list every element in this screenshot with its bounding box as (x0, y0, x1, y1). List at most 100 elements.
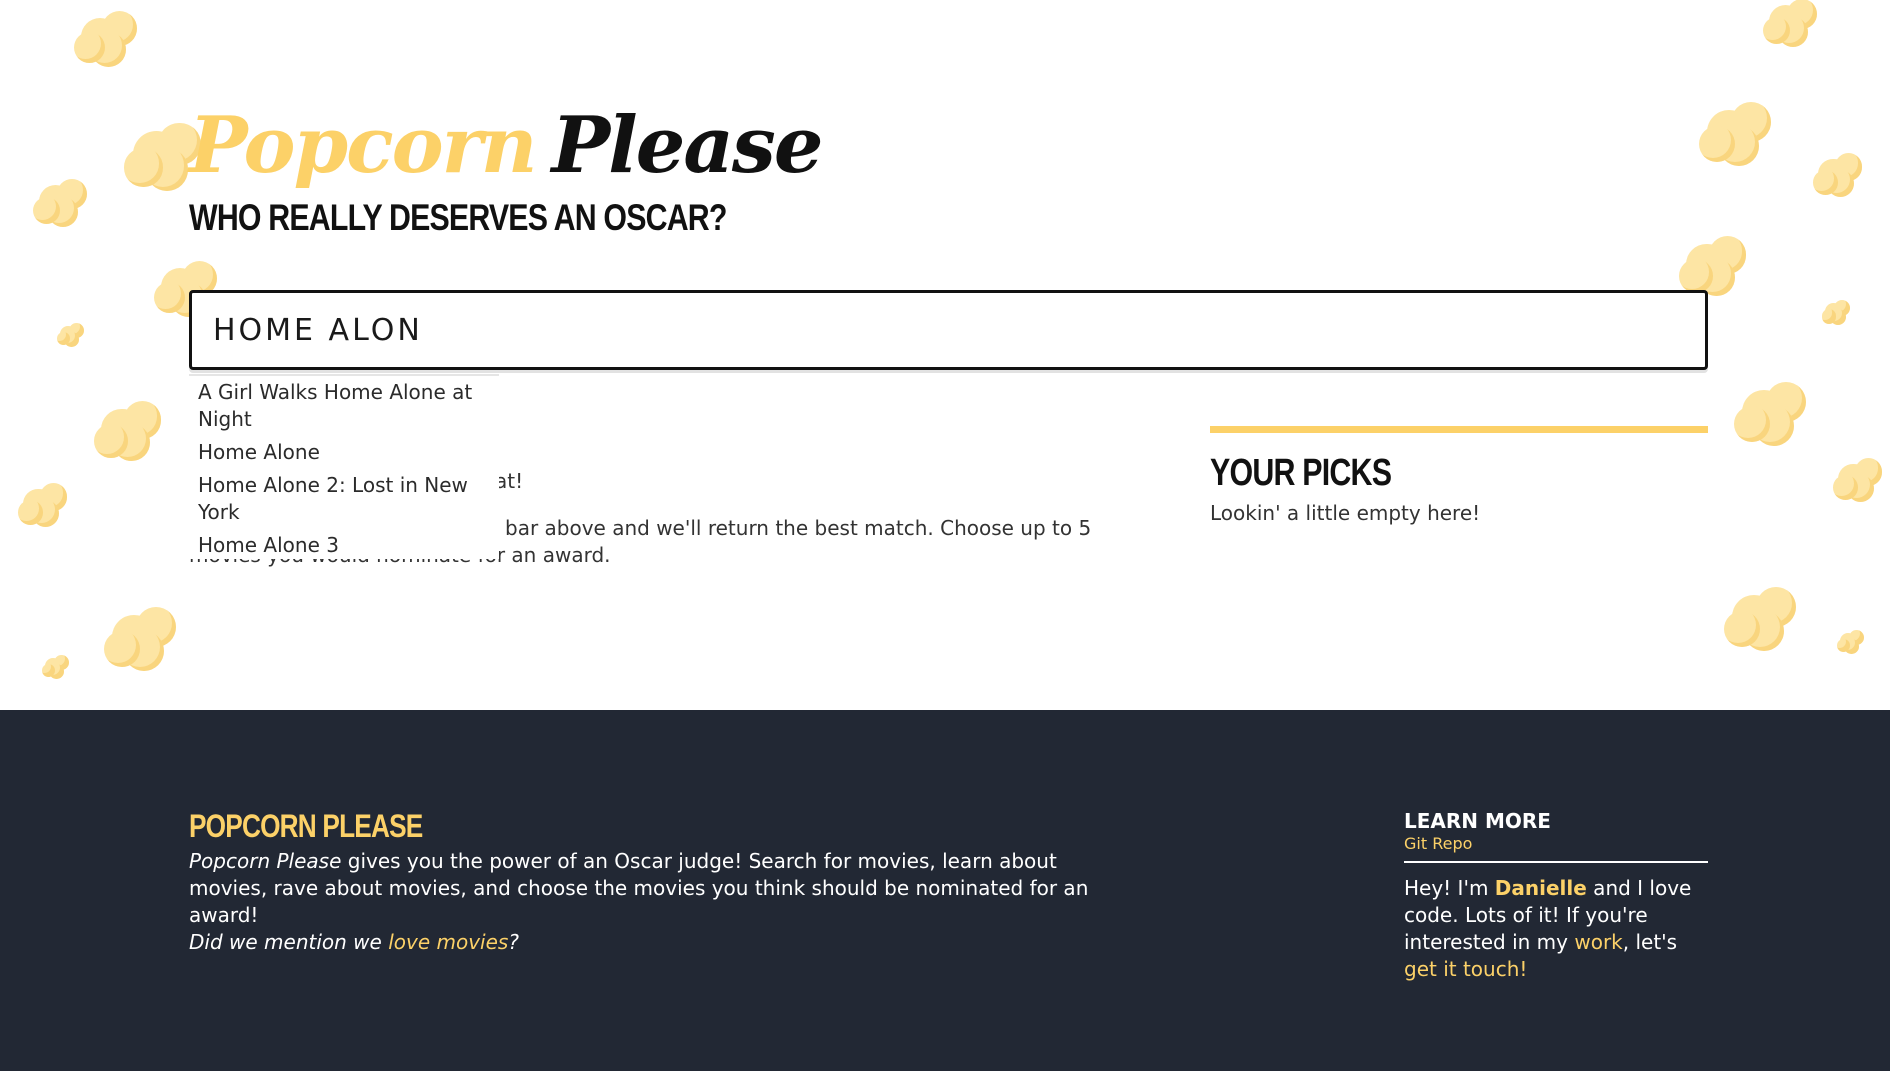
popcorn-kernel (31, 499, 59, 528)
popcorn-kernel (33, 197, 60, 224)
popcorn-icon (55, 318, 85, 348)
popcorn-kernel (1734, 406, 1770, 442)
git-repo-link[interactable]: Git Repo (1404, 834, 1472, 853)
popcorn-icon (1720, 575, 1800, 655)
footer-app-name: Popcorn Please (189, 849, 342, 873)
author-name-link[interactable]: Danielle (1495, 876, 1587, 900)
popcorn-kernel (1821, 309, 1836, 324)
popcorn-kernel (1678, 258, 1713, 293)
popcorn-kernel (1756, 587, 1796, 627)
popcorn-icon (1810, 145, 1865, 200)
tagline: WHO REALLY DESERVES AN OSCAR? (189, 197, 727, 238)
search-input[interactable] (192, 293, 1705, 367)
popcorn-kernel (124, 148, 163, 187)
footer-divider (1404, 861, 1708, 863)
popcorn-kernel (73, 31, 105, 63)
popcorn-kernel (80, 17, 119, 56)
popcorn-kernel (1766, 382, 1806, 422)
popcorn-kernel (39, 185, 72, 218)
footer-about-app: POPCORN PLEASE Popcorn Please gives you … (189, 808, 1089, 956)
popcorn-kernel (1848, 629, 1864, 645)
popcorn-kernel (1699, 126, 1735, 162)
popcorn-icon (90, 390, 165, 465)
popcorn-kernel (1763, 17, 1790, 44)
popcorn-kernel (104, 631, 140, 667)
popcorn-kernel (1724, 611, 1760, 647)
popcorn-kernel (39, 483, 68, 511)
popcorn-kernel (1824, 303, 1843, 321)
footer-mention-end: ? (508, 930, 519, 954)
popcorn-icon (70, 0, 140, 70)
popcorn-kernel (1731, 102, 1771, 142)
love-movies-link[interactable]: love movies (388, 930, 508, 954)
autocomplete-item[interactable]: Home Alone (189, 436, 499, 469)
your-picks-empty-message: Lookin' a little empty here! (1210, 501, 1481, 525)
popcorn-kernel (1812, 169, 1838, 195)
popcorn-kernel (1832, 474, 1858, 500)
popcorn-kernel (112, 615, 156, 659)
autocomplete-item[interactable]: Home Alone 2: Lost in New York (189, 469, 499, 529)
popcorn-kernel (145, 148, 188, 191)
popcorn-icon (30, 170, 90, 230)
popcorn-kernel (124, 631, 164, 671)
popcorn-kernel (1818, 158, 1849, 189)
popcorn-kernel (1839, 632, 1856, 649)
popcorn-kernel (153, 281, 185, 313)
search-box[interactable] (189, 290, 1708, 370)
popcorn-kernel (101, 408, 143, 450)
popcorn-kernel (1854, 458, 1883, 486)
popcorn-kernel (1778, 17, 1808, 47)
popcorn-kernel (1742, 390, 1786, 434)
about-text-3: , let's (1622, 930, 1678, 954)
contact-link[interactable]: get it touch! (1404, 957, 1527, 981)
popcorn-kernel (1787, 0, 1817, 29)
popcorn-kernel (1844, 638, 1859, 654)
popcorn-icon (1835, 625, 1865, 655)
work-link[interactable]: work (1574, 930, 1622, 954)
footer-learn-more: LEARN MORE Git Repo Hey! I'm Danielle an… (1404, 808, 1708, 983)
popcorn-kernel (64, 331, 79, 347)
popcorn-kernel (101, 10, 137, 46)
popcorn-kernel (44, 657, 61, 674)
autocomplete-item[interactable]: Home Alone 3 (189, 529, 499, 559)
popcorn-kernel (1769, 5, 1802, 38)
popcorn-icon (1760, 0, 1820, 50)
popcorn-kernel (53, 654, 69, 670)
popcorn-kernel (1754, 406, 1794, 446)
popcorn-kernel (1838, 463, 1869, 494)
popcorn-kernel (48, 197, 78, 227)
popcorn-icon (1675, 225, 1750, 300)
popcorn-icon (1830, 450, 1885, 505)
popcorn-icon (100, 595, 180, 675)
popcorn-kernel (93, 423, 128, 458)
popcorn-kernel (1744, 611, 1784, 651)
popcorn-kernel (1719, 126, 1759, 166)
popcorn-kernel (1707, 110, 1751, 154)
footer-title: POPCORN PLEASE (189, 808, 423, 844)
autocomplete-item[interactable]: A Girl Walks Home Alone at Night (189, 376, 499, 436)
popcorn-kernel (91, 31, 126, 67)
logo-word-popcorn: Popcorn (189, 100, 537, 191)
your-picks-panel: YOUR PICKS Lookin' a little empty here! (1210, 426, 1708, 527)
popcorn-icon (1695, 90, 1775, 170)
site-header: Popcorn Please WHO REALLY DESERVES AN OSC… (189, 96, 845, 240)
footer-mention-text: Did we mention we (189, 930, 389, 954)
popcorn-kernel (56, 331, 70, 345)
popcorn-kernel (132, 131, 180, 178)
popcorn-kernel (136, 607, 176, 647)
popcorn-kernel (123, 401, 162, 439)
learn-more-heading: LEARN MORE (1404, 809, 1551, 833)
about-text-1: Hey! I'm (1404, 876, 1495, 900)
footer-description: Popcorn Please gives you the power of an… (189, 848, 1089, 956)
popcorn-icon (40, 650, 70, 680)
popcorn-kernel (23, 488, 54, 519)
popcorn-kernel (49, 663, 64, 679)
autocomplete-list: A Girl Walks Home Alone at Night Home Al… (189, 376, 499, 559)
popcorn-kernel (41, 663, 55, 677)
popcorn-icon (15, 475, 70, 530)
popcorn-kernel (1708, 236, 1747, 274)
popcorn-icon (1820, 295, 1852, 327)
about-author: Hey! I'm Danielle and I love code. Lots … (1404, 875, 1708, 983)
popcorn-kernel (17, 499, 43, 525)
logo-word-please: Please (551, 100, 823, 191)
